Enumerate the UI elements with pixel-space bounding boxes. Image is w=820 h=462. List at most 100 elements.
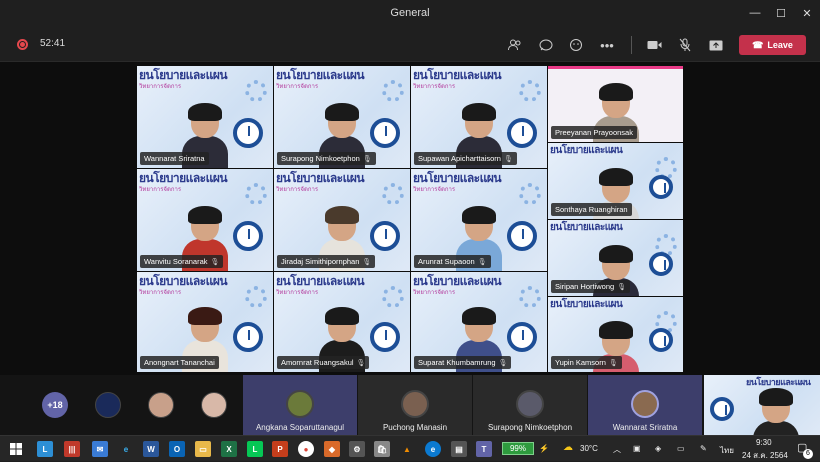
word-icon[interactable]: W (143, 441, 159, 457)
excel-icon[interactable]: X (221, 441, 237, 457)
clock-icon (507, 118, 537, 148)
participant-name: Siripan Hortiwong 🎙 (551, 280, 631, 293)
window-title: General (390, 7, 430, 19)
video-tile[interactable]: ยนโยบายและแผน Sonthaya Ruanghiran (548, 143, 683, 219)
video-tile[interactable]: ยนโยบายและแผน วิทยาการจัดการ Jiradaj Sim… (274, 169, 410, 271)
chrome-icon[interactable]: ● (298, 441, 314, 457)
battery-icon[interactable]: ▭ (677, 444, 685, 453)
strip-participant-tile[interactable]: Wannarat Sriratna (588, 375, 702, 435)
participant-name: Yupin Kamsorn 🎙 (551, 356, 622, 369)
edge-icon[interactable]: e (425, 441, 441, 457)
avatar[interactable] (95, 392, 121, 418)
video-tile[interactable]: ยนโยบายและแผน Yupin Kamsorn 🎙 (548, 297, 683, 372)
recording-icon (17, 39, 28, 50)
gear-icon (519, 183, 541, 205)
banner-sub: วิทยาการจัดการ (413, 187, 456, 193)
clock-time[interactable]: 9:30 (756, 438, 772, 447)
clock-icon (370, 322, 400, 352)
leave-button[interactable]: ☎ Leave (739, 35, 806, 55)
pen-icon[interactable]: ✎ (700, 444, 707, 453)
windows-taskbar: L ||| ✉ e W O ▭ X L P ● ◆ ⚙ 🛍 ▲ e ▤ T 99… (0, 435, 820, 461)
title-bar: General — ☐ ✕ (0, 0, 820, 26)
strip-participant-tile[interactable]: Surapong Nimkoetphon (473, 375, 587, 435)
mic-off-icon[interactable] (674, 34, 696, 56)
video-tile[interactable]: ยนโยบายและแผน Siripan Hortiwong 🎙 (548, 220, 683, 296)
banner-sub: วิทยาการจัดการ (276, 84, 319, 90)
participant-name: Wanvitu Soranarak 🎙 (140, 255, 224, 268)
mail-icon[interactable]: ✉ (92, 441, 108, 457)
clock-icon (233, 322, 263, 352)
video-tile[interactable]: ยนโยบายและแผน วิทยาการจัดการ Arunrat Sup… (411, 169, 547, 271)
minimize-icon[interactable]: — (742, 0, 768, 26)
avatar (286, 390, 314, 418)
mic-muted-icon: 🎙 (477, 259, 487, 266)
participant-name: Amornrat Ruangsakul 🎙 (277, 356, 370, 369)
video-tile[interactable]: ยนโยบายและแผน วิทยาการจัดการ Amornrat Ru… (274, 272, 410, 372)
weather-temp[interactable]: 30°C (580, 444, 598, 453)
mic-muted-icon: 🎙 (356, 360, 366, 367)
battery-indicator[interactable]: 99% (502, 442, 534, 455)
app-gray-icon[interactable]: ⚙ (349, 441, 365, 457)
app-orange-icon[interactable]: ◆ (324, 441, 340, 457)
strip-participant-tile[interactable]: Angkana Soparuttanagul (243, 375, 357, 435)
avatar[interactable] (148, 392, 174, 418)
video-tile[interactable]: ยนโยบายและแผน วิทยาการจัดการ Suparat Khu… (411, 272, 547, 372)
participants-icon[interactable] (504, 34, 526, 56)
outlook-icon[interactable]: O (169, 441, 185, 457)
video-tile[interactable]: ยนโยบายและแผน วิทยาการจัดการ Supawan Api… (411, 66, 547, 168)
file-explorer-icon[interactable]: ▭ (195, 441, 211, 457)
security-icon[interactable]: ◈ (655, 444, 661, 453)
more-options-icon[interactable]: ••• (596, 34, 618, 56)
video-tile[interactable]: ยนโยบายและแผน วิทยาการจัดการ Wanvitu Sor… (137, 169, 273, 271)
strip-participant-tile[interactable]: Puchong Manasin (358, 375, 472, 435)
self-view-tile[interactable]: ยนโยบายและแผน (704, 375, 820, 435)
clock-icon (507, 221, 537, 251)
video-tile[interactable]: ยนโยบายและแผน วิทยาการจัดการ Anongnart T… (137, 272, 273, 372)
gear-icon (245, 80, 267, 102)
teams-tray-icon[interactable]: ▣ (633, 444, 641, 453)
toolbar-divider (631, 36, 632, 54)
gear-icon (519, 286, 541, 308)
share-screen-icon[interactable] (705, 34, 727, 56)
mic-muted-icon: 🎙 (503, 156, 513, 163)
camera-icon[interactable] (643, 34, 665, 56)
line-icon[interactable]: L (247, 441, 263, 457)
more-participants-button[interactable]: +18 (42, 392, 68, 418)
participant-name: Surapong Nimkoetphon 🎙 (277, 152, 376, 165)
language-indicator[interactable]: ไทย (720, 444, 734, 457)
video-grid: ยนโยบายและแผน วิทยาการจัดการ Wannarat Sr… (137, 66, 683, 372)
mic-muted-icon: 🎙 (608, 360, 618, 367)
participant-name: Wannarat Sriratna (612, 423, 678, 432)
clock-icon (507, 322, 537, 352)
store-icon[interactable]: 🛍 (374, 441, 390, 457)
edge-legacy-icon[interactable]: e (118, 441, 134, 457)
gear-icon (245, 286, 267, 308)
chat-icon[interactable] (535, 34, 557, 56)
participant-name: Suparat Khumbamrung 🎙 (414, 356, 512, 369)
participant-name: Angkana Soparuttanagul (255, 423, 345, 432)
mic-muted-icon: 🎙 (362, 156, 372, 163)
close-icon[interactable]: ✕ (794, 0, 820, 26)
video-tile[interactable]: ยนโยบายและแผน วิทยาการจัดการ Surapong Ni… (274, 66, 410, 168)
vlc-icon[interactable]: ▲ (399, 441, 415, 457)
app-l-icon[interactable]: L (37, 441, 53, 457)
clock-icon (649, 252, 673, 276)
participant-name: Jiradaj Simithipornphan 🎙 (277, 255, 376, 268)
teams-icon[interactable]: T (476, 441, 492, 457)
avatar[interactable] (201, 392, 227, 418)
clock-icon (649, 328, 673, 352)
video-tile[interactable]: Preeyanan Prayoonsak (548, 66, 683, 142)
app-chat-icon[interactable]: ▤ (451, 441, 467, 457)
maximize-icon[interactable]: ☐ (768, 0, 794, 26)
windows-start-icon[interactable] (8, 441, 24, 457)
clock-date[interactable]: 24 ส.ค. 2564 (742, 449, 788, 462)
banner-sub: วิทยาการจัดการ (139, 290, 182, 296)
participant-name: Surapong Nimkoetphon (487, 423, 573, 432)
chevron-up-icon[interactable]: ︿ (613, 444, 621, 455)
powerpoint-icon[interactable]: P (272, 441, 288, 457)
mic-muted-icon: 🎙 (617, 284, 627, 291)
app-red-icon[interactable]: ||| (64, 441, 80, 457)
video-tile[interactable]: ยนโยบายและแผน วิทยาการจัดการ Wannarat Sr… (137, 66, 273, 168)
mic-muted-icon: 🎙 (210, 259, 220, 266)
reactions-icon[interactable] (565, 34, 587, 56)
